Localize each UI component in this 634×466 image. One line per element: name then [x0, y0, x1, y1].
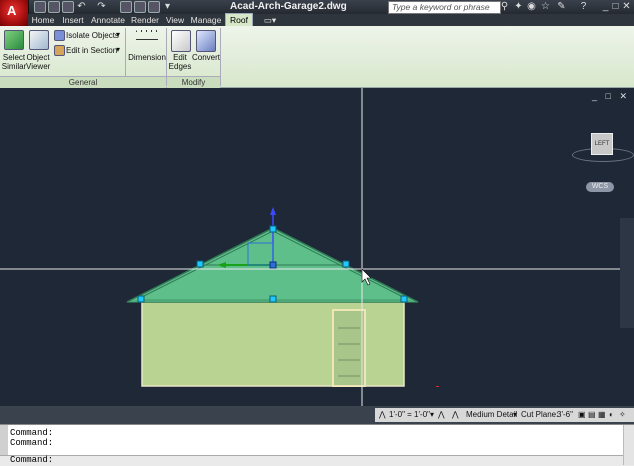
- navigation-bar[interactable]: [620, 218, 634, 328]
- drawing-status-bar: ⋀ 1'-0" = 1'-0" ▾ ⋀ ⋀ Medium Detail ▾ Cu…: [0, 406, 634, 424]
- grip[interactable]: [269, 261, 277, 269]
- grip[interactable]: [269, 295, 277, 303]
- grip[interactable]: [137, 295, 145, 303]
- panel-separator: [220, 28, 221, 86]
- select-similar-label-line2[interactable]: Similar: [1, 62, 27, 71]
- command-history-line: Command:: [10, 438, 54, 448]
- object-viewer-label-line2[interactable]: Viewer: [26, 62, 50, 71]
- origin-marker: [436, 386, 439, 387]
- command-input[interactable]: [0, 455, 634, 466]
- command-history-line: Command:: [10, 428, 54, 438]
- favorites-star-icon[interactable]: ☆: [540, 1, 551, 12]
- command-scrollbar[interactable]: [623, 425, 634, 465]
- ucs-y-arrow-icon: [270, 207, 276, 215]
- wcs-menu-button[interactable]: WCS: [586, 182, 614, 192]
- command-window[interactable]: Command: Command: Command:: [0, 424, 634, 466]
- select-similar-icon[interactable]: [4, 30, 24, 50]
- document-title: Acad-Arch-Garage2.dwg: [230, 1, 347, 12]
- undo-icon[interactable]: ↶: [76, 1, 87, 12]
- annotation-scale-value[interactable]: 1'-0" = 1'-0": [389, 410, 430, 420]
- maximize-icon[interactable]: □: [610, 1, 621, 12]
- edit-edges-label-line1[interactable]: Edit: [168, 53, 192, 62]
- isolate-dropdown-icon[interactable]: ▾: [116, 30, 120, 39]
- tools-icon[interactable]: ✎: [556, 1, 567, 12]
- object-viewer-label-line1[interactable]: Object: [26, 53, 50, 62]
- grip[interactable]: [342, 260, 350, 268]
- isolate-icon[interactable]: ◐: [609, 410, 614, 420]
- layer-key-icon[interactable]: ▤: [588, 410, 596, 420]
- edit-in-section-icon[interactable]: [54, 45, 65, 56]
- title-bar: A ↶ ↷ ▾ Acad-Arch-Garage2.dwg Type a key…: [0, 0, 634, 26]
- detail-dropdown-icon[interactable]: ▾: [513, 410, 517, 420]
- drawing-viewport[interactable]: _ □ ✕ LEFT WCS: [0, 88, 634, 406]
- detail-level-value[interactable]: Medium Detail: [466, 410, 517, 420]
- cut-plane-value[interactable]: 3'-6": [557, 410, 573, 420]
- grip[interactable]: [400, 295, 408, 303]
- grip[interactable]: [196, 260, 204, 268]
- dimension-icon[interactable]: [136, 30, 158, 48]
- object-viewer-icon[interactable]: [29, 30, 49, 50]
- ribbon-tab-bar: Home Insert Annotate Render View Manage …: [28, 13, 634, 27]
- ribbon-panel: Select Similar Object Viewer Isolate Obj…: [0, 26, 634, 88]
- cut-plane-settings-icon[interactable]: ▣: [578, 410, 586, 420]
- annotation-scale-icon[interactable]: ⋀: [379, 410, 386, 420]
- app-logo-letter: A: [7, 3, 17, 18]
- ribbon-minimize-toggle-icon[interactable]: ▭▾: [262, 14, 278, 26]
- auto-scale-icon[interactable]: ⋀: [452, 410, 459, 420]
- open-folder-icon[interactable]: [48, 1, 60, 13]
- application-menu-button[interactable]: A: [0, 0, 29, 26]
- annotation-visibility-icon[interactable]: ⋀: [438, 410, 445, 420]
- tab-render[interactable]: Render: [130, 14, 160, 26]
- modify-panel-title: Modify: [167, 76, 220, 88]
- new-file-icon[interactable]: [34, 1, 46, 13]
- close-icon[interactable]: ✕: [621, 1, 632, 12]
- print-icon[interactable]: [120, 1, 132, 13]
- communication-center-icon[interactable]: ◉: [526, 1, 537, 12]
- qat-dropdown-icon[interactable]: ▾: [162, 1, 173, 12]
- convert-icon[interactable]: [196, 30, 216, 52]
- tab-annotate[interactable]: Annotate: [90, 14, 126, 26]
- elevation-drawing[interactable]: [0, 88, 634, 406]
- garage-door[interactable]: [332, 309, 366, 387]
- tab-home[interactable]: Home: [30, 14, 56, 26]
- tab-view[interactable]: View: [164, 14, 186, 26]
- grip[interactable]: [269, 225, 277, 233]
- binoculars-icon[interactable]: ⚲: [499, 1, 510, 12]
- subscription-icon[interactable]: ✦: [513, 1, 524, 12]
- edit-in-section-button[interactable]: Edit in Section: [66, 46, 117, 55]
- lightbulb-icon[interactable]: ✧: [619, 410, 626, 420]
- help-search-input[interactable]: Type a keyword or phrase: [388, 1, 501, 14]
- properties-icon[interactable]: [148, 1, 160, 13]
- edit-in-section-dropdown-icon[interactable]: ▾: [116, 45, 120, 54]
- tab-insert[interactable]: Insert: [60, 14, 86, 26]
- plot-icon[interactable]: [134, 1, 146, 13]
- isolate-objects-button[interactable]: Isolate Objects: [66, 31, 119, 40]
- status-bar-controls: ⋀ 1'-0" = 1'-0" ▾ ⋀ ⋀ Medium Detail ▾ Cu…: [375, 408, 634, 422]
- tab-roof[interactable]: Roof: [225, 13, 253, 27]
- general-panel-title: General: [0, 76, 166, 88]
- viewcube-icon[interactable]: LEFT: [591, 133, 613, 155]
- cut-plane-label: Cut Plane:: [521, 410, 559, 419]
- scale-dropdown-icon[interactable]: ▾: [430, 410, 434, 420]
- redo-icon[interactable]: ↷: [96, 1, 107, 12]
- edit-edges-icon[interactable]: [171, 30, 191, 52]
- surface-hatch-icon[interactable]: ▦: [598, 410, 606, 420]
- select-similar-label-line1[interactable]: Select: [1, 53, 27, 62]
- dimension-button[interactable]: Dimension: [128, 53, 166, 62]
- tab-manage[interactable]: Manage: [190, 14, 222, 26]
- edit-edges-label-line2[interactable]: Edges: [168, 62, 192, 71]
- save-icon[interactable]: [62, 1, 74, 13]
- convert-button[interactable]: Convert: [191, 53, 221, 62]
- help-icon[interactable]: ?: [578, 1, 589, 12]
- isolate-objects-icon[interactable]: [54, 30, 65, 41]
